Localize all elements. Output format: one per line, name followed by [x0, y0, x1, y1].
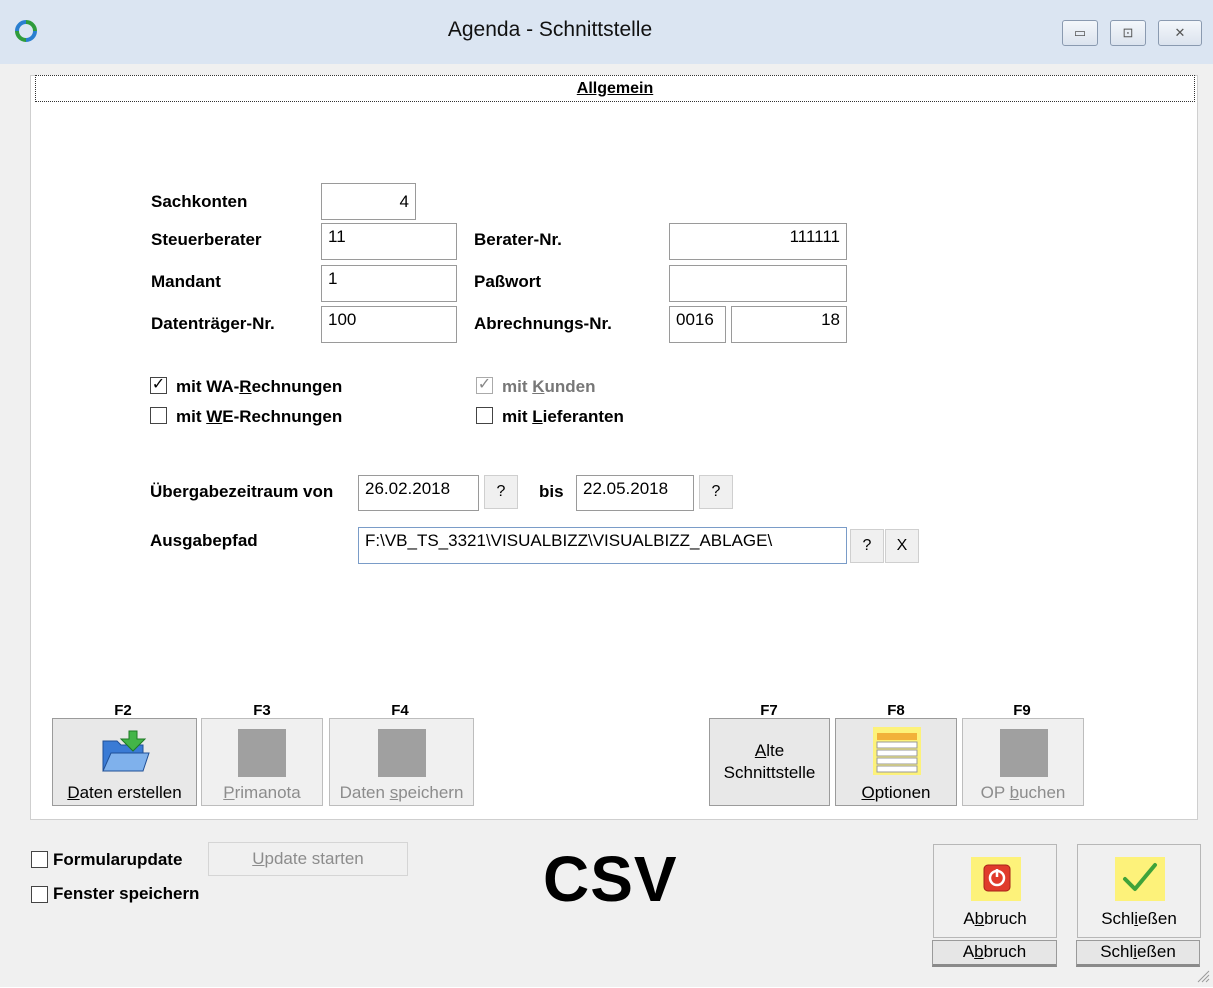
- abbruch-label: Abbruch: [963, 909, 1027, 928]
- fenster-speichern-checkbox[interactable]: [31, 886, 48, 903]
- f9-key-label: F9: [1013, 702, 1031, 719]
- we-rechnungen-checkbox[interactable]: [150, 407, 167, 424]
- primanota-button: Primanota: [201, 718, 323, 806]
- kunden-label: mit Kunden: [502, 377, 596, 396]
- optionen-button[interactable]: Optionen: [835, 718, 957, 806]
- berater-nr-field[interactable]: 111111: [669, 223, 847, 260]
- window-title: Agenda - Schnittstelle: [447, 18, 653, 41]
- clear-path-button[interactable]: X: [885, 529, 919, 563]
- lieferanten-checkbox[interactable]: [476, 407, 493, 424]
- date-from-picker-button[interactable]: ?: [484, 475, 518, 509]
- close-window-button[interactable]: ✕: [1158, 20, 1202, 46]
- options-list-icon: [873, 727, 921, 775]
- abbruch-secondary-button[interactable]: Abbruch: [932, 940, 1057, 967]
- kunden-checkbox: ✓: [476, 377, 493, 394]
- mandant-field[interactable]: 1: [321, 265, 457, 302]
- primanota-label: Primanota: [223, 783, 301, 802]
- berater-nr-label: Berater-Nr.: [474, 230, 562, 249]
- folder-export-icon: [101, 727, 151, 777]
- tab-allgemein[interactable]: Allgemein: [35, 75, 1195, 102]
- f8-key-label: F8: [887, 702, 905, 719]
- datentraeger-nr-field[interactable]: 100: [321, 306, 457, 343]
- steuerberater-field[interactable]: 11: [321, 223, 457, 260]
- question-icon: ?: [496, 483, 506, 500]
- mandant-label: Mandant: [151, 272, 221, 291]
- minimize-icon: ▭: [1073, 25, 1087, 40]
- period-from-label: Übergabezeitraum von: [150, 482, 334, 501]
- f3-key-label: F3: [253, 702, 271, 719]
- question-icon: ?: [862, 537, 872, 554]
- update-starten-button: Update starten: [208, 842, 408, 876]
- f4-key-label: F4: [391, 702, 409, 719]
- schliessen-secondary-button[interactable]: Schließen: [1076, 940, 1200, 967]
- output-path-field[interactable]: F:\VB_TS_3321\VISUALBIZZ\VISUALBIZZ_ABLA…: [358, 527, 847, 564]
- passwort-label: Paßwort: [474, 272, 542, 291]
- abrechnungs-nr-label: Abrechnungs-Nr.: [474, 314, 612, 333]
- optionen-label: Optionen: [861, 783, 931, 802]
- abbruch-button[interactable]: Abbruch: [933, 844, 1057, 938]
- date-to-picker-button[interactable]: ?: [699, 475, 733, 509]
- schnittstelle-label: Schnittstelle: [723, 763, 816, 782]
- tab-label: Allgemein: [576, 80, 654, 97]
- primanota-icon: [238, 729, 286, 777]
- lieferanten-label: mit Lieferanten: [502, 407, 624, 426]
- date-to-field[interactable]: 22.05.2018: [576, 475, 694, 511]
- clear-icon: X: [896, 537, 908, 554]
- op-buchen-icon: [1000, 729, 1048, 777]
- question-icon: ?: [711, 483, 721, 500]
- resize-grip-icon[interactable]: [1196, 968, 1210, 983]
- restore-icon: ⊡: [1122, 25, 1134, 40]
- steuerberater-label: Steuerberater: [151, 230, 262, 249]
- f2-key-label: F2: [114, 702, 132, 719]
- date-from-field[interactable]: 26.02.2018: [358, 475, 479, 511]
- sachkonten-label: Sachkonten: [151, 192, 248, 211]
- daten-speichern-label: Daten speichern: [339, 783, 464, 802]
- schliessen-button[interactable]: Schließen: [1077, 844, 1201, 938]
- wa-rechnungen-checkbox[interactable]: ✓: [150, 377, 167, 394]
- checkmark-icon: [1115, 857, 1165, 901]
- fenster-speichern-label: Fenster speichern: [53, 884, 200, 903]
- save-icon: [378, 729, 426, 777]
- daten-speichern-button: Daten speichern: [329, 718, 474, 806]
- abrechnungs-prefix-field[interactable]: 0016: [669, 306, 726, 343]
- daten-erstellen-button[interactable]: Daten erstellen: [52, 718, 197, 806]
- format-label: CSV: [543, 843, 678, 915]
- alte-label: Alte: [754, 741, 785, 760]
- formularupdate-checkbox[interactable]: [31, 851, 48, 868]
- cancel-icon: [971, 857, 1021, 901]
- op-buchen-button: OP buchen: [962, 718, 1084, 806]
- restore-button[interactable]: ⊡: [1110, 20, 1146, 46]
- daten-erstellen-label: Daten erstellen: [67, 783, 182, 802]
- close-icon: ✕: [1174, 25, 1186, 40]
- formularupdate-label: Formularupdate: [53, 850, 183, 869]
- abrechnungs-nr-field[interactable]: 18: [731, 306, 847, 343]
- op-buchen-label: OP buchen: [980, 783, 1066, 802]
- ausgabepfad-label: Ausgabepfad: [150, 531, 258, 550]
- passwort-field[interactable]: [669, 265, 847, 302]
- datentraeger-nr-label: Datenträger-Nr.: [151, 314, 275, 333]
- browse-path-button[interactable]: ?: [850, 529, 884, 563]
- check-icon: ✓: [151, 376, 166, 393]
- period-to-label: bis: [539, 482, 564, 501]
- check-icon: ✓: [477, 376, 492, 393]
- schliessen-label: Schließen: [1101, 909, 1177, 928]
- minimize-button[interactable]: ▭: [1062, 20, 1098, 46]
- we-rechnungen-label: mit WE-Rechnungen: [176, 407, 343, 426]
- alte-schnittstelle-button[interactable]: Alte Schnittstelle: [709, 718, 830, 806]
- wa-rechnungen-label: mit WA-Rechnungen: [176, 377, 343, 396]
- sachkonten-field[interactable]: 4: [321, 183, 416, 220]
- f7-key-label: F7: [760, 702, 778, 719]
